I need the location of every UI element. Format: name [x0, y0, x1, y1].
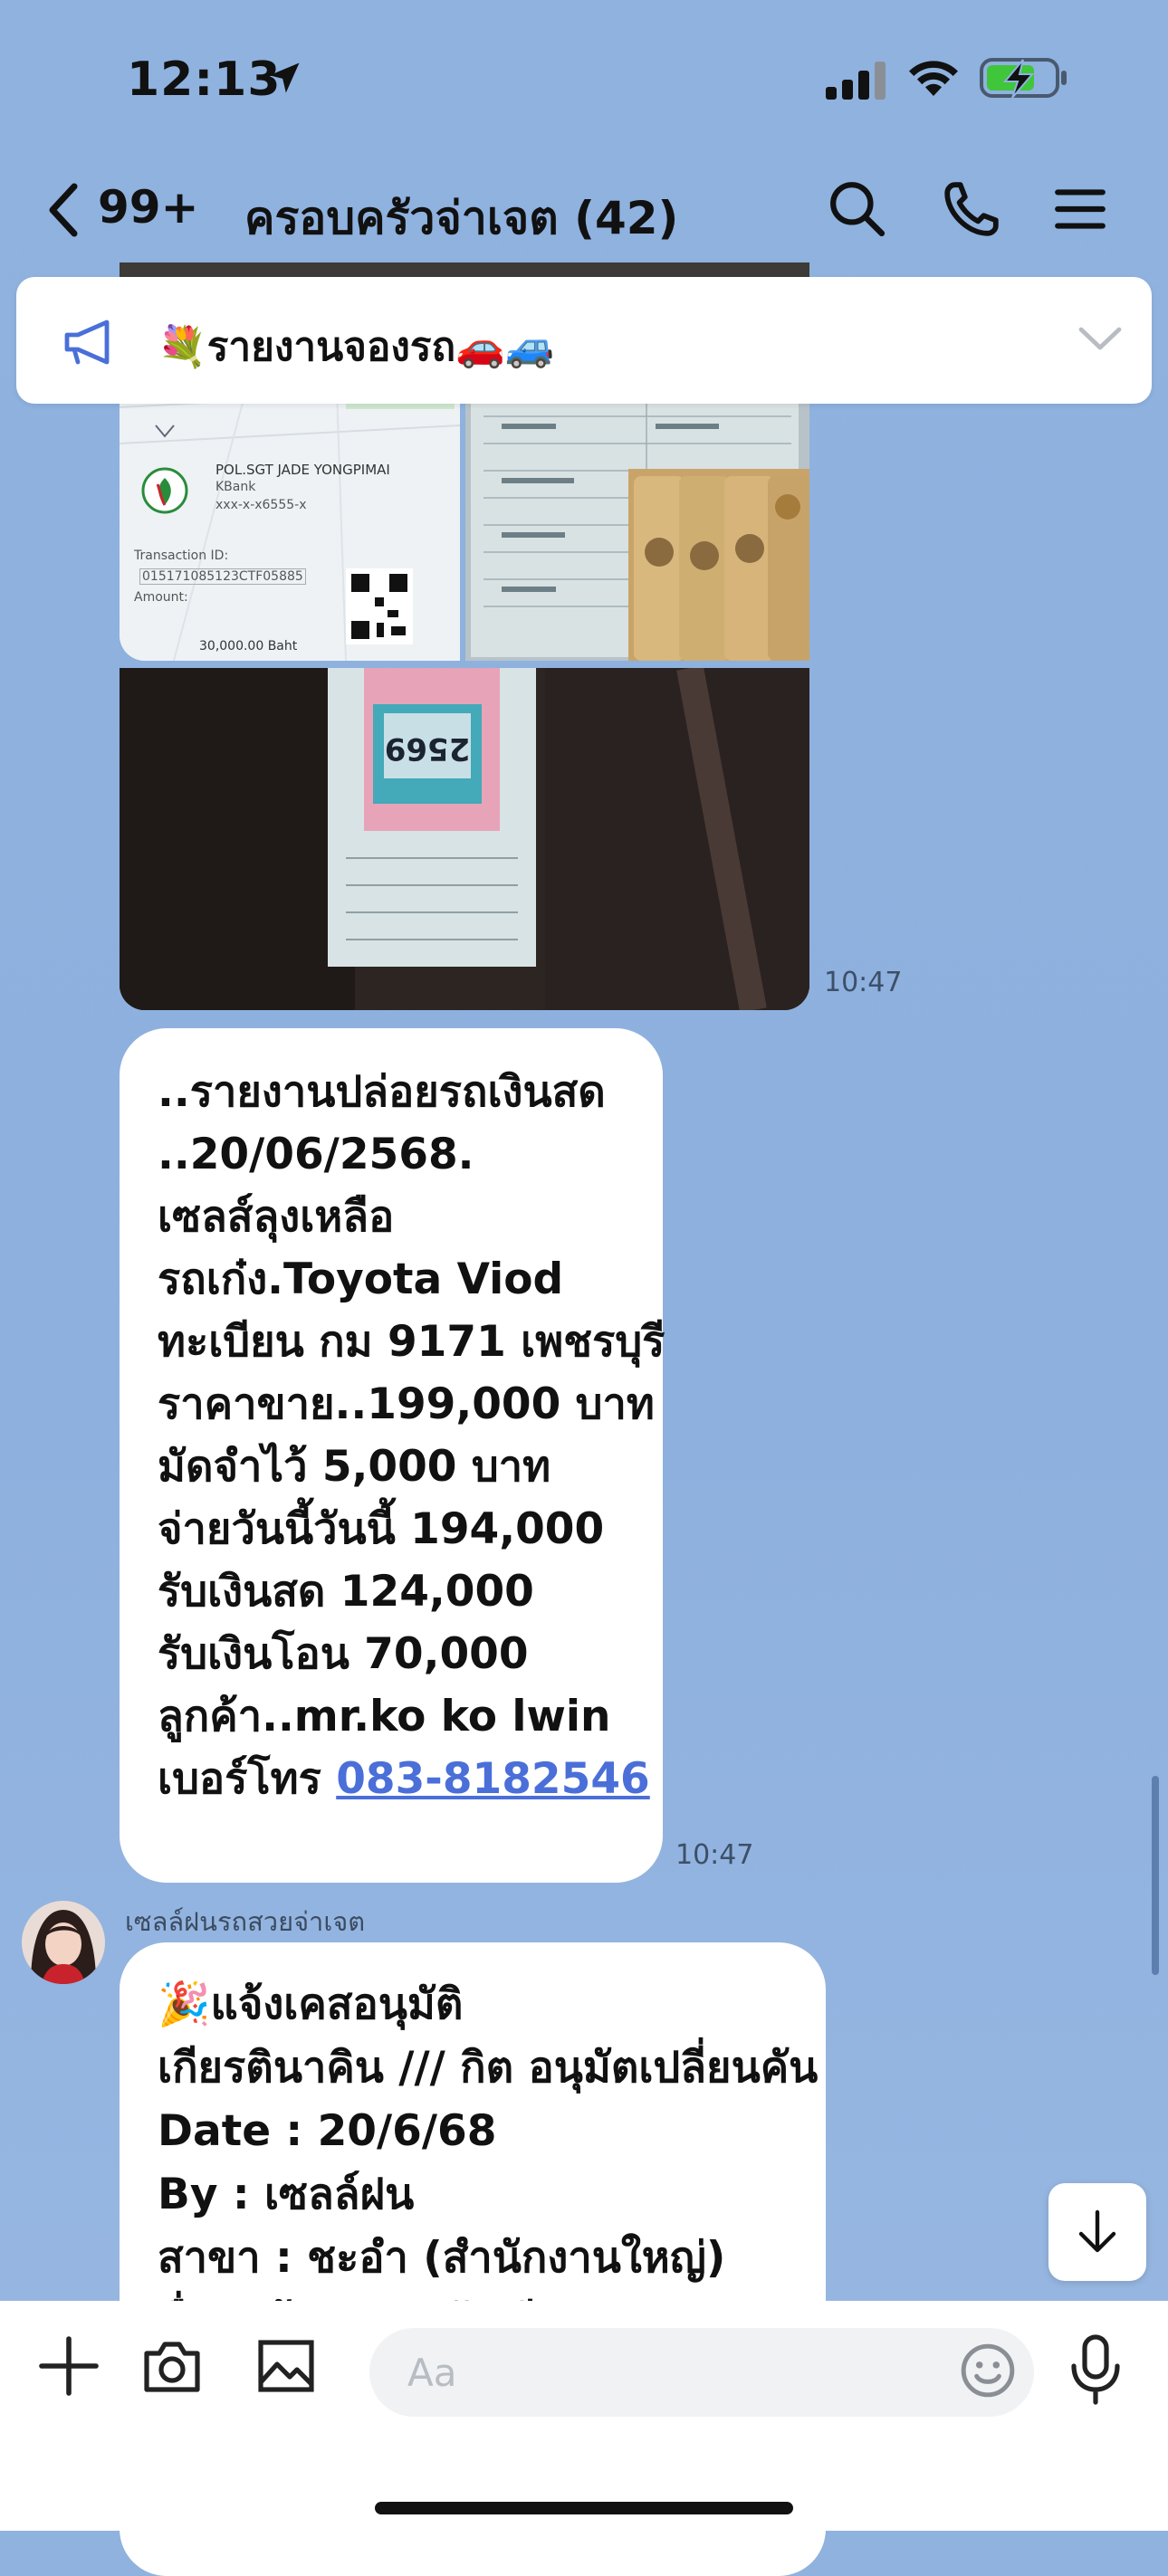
message-line: สาขา : ชะอำ (สำนักงานใหญ่) [158, 2233, 726, 2283]
slip-graphic [120, 389, 460, 661]
emoji-icon[interactable] [958, 2341, 1018, 2400]
message-timestamp: 10:47 [675, 1839, 754, 1871]
phone-icon[interactable] [942, 179, 1001, 239]
avatar[interactable] [22, 1901, 105, 1984]
home-indicator [375, 2502, 793, 2514]
scroll-to-bottom-button[interactable] [1048, 2183, 1146, 2281]
message-line: รับเงินสด 124,000 [158, 1567, 534, 1617]
message-line: รถเก๋ง.Toyota Viod [158, 1255, 564, 1304]
message-line-phone: เบอร์โทร 083-8182546 [158, 1748, 665, 1810]
slip-amount: 30,000.00 Baht [199, 639, 298, 654]
image-icon[interactable] [254, 2333, 319, 2399]
pinned-text: 💐รายงานจองรถ🚗🚙 [158, 324, 555, 370]
message-line: ..20/06/2568. [158, 1130, 474, 1179]
location-arrow-icon [269, 62, 300, 93]
message-line: มัดจำไว้ 5,000 บาท [158, 1442, 551, 1492]
room-title[interactable]: ครอบครัวจ่าเจต (42) [244, 183, 678, 254]
arrow-down-icon [1078, 2209, 1116, 2253]
slip-account: xxx-x-x6555-x [215, 498, 307, 512]
composer-bar [0, 2301, 1168, 2531]
message-text: 🎉แจ้งเคสอนุมัติ เกียรตินาคิน /// กิต อนุ… [158, 1973, 818, 2353]
slip-txn-id: 015171085123CTF05885 [139, 568, 306, 585]
message-line: รับเงินโอน 70,000 [158, 1629, 529, 1679]
status-bar: 12:13 [0, 0, 1168, 154]
search-icon[interactable] [828, 179, 887, 239]
sticker-graphic: 2569 [120, 668, 809, 1010]
back-chevron-icon[interactable] [43, 181, 87, 239]
phone-prefix: เบอร์โทร [158, 1754, 337, 1804]
chevron-down-icon[interactable] [1077, 322, 1123, 355]
documents-cash-photo[interactable] [465, 389, 809, 661]
message-line: เซลส์ลุงเหลือ [158, 1192, 395, 1242]
message-line: ทะเบียน กม 9171 เพชรบุรี [158, 1317, 665, 1367]
slip-amount-label: Amount: [134, 590, 188, 605]
signal-icon [826, 62, 886, 100]
message-line: จ่ายวันนี้วันนี้ 194,000 [158, 1504, 605, 1554]
message-text: ..รายงานปล่อยรถเงินสด ..20/06/2568. เซลส… [158, 1061, 665, 1810]
sender-name[interactable]: เซลล์ฝนรถสวยจ่าเจต [125, 1901, 365, 1942]
mic-icon[interactable] [1067, 2333, 1125, 2406]
tax-sticker-photo[interactable]: 2569 [120, 668, 809, 1010]
message-line: ลูกค้า..mr.ko ko lwin [158, 1692, 611, 1741]
message-line: 🎉แจ้งเคสอนุมัติ [158, 1980, 464, 2029]
unread-count[interactable]: 99+ [98, 181, 198, 234]
avatar-image [22, 1901, 105, 1984]
status-time: 12:13 [127, 52, 282, 107]
phone-link[interactable]: 083-8182546 [336, 1754, 650, 1804]
image-timestamp: 10:47 [824, 967, 903, 998]
camera-icon[interactable] [139, 2333, 205, 2399]
battery-charging-icon [980, 58, 1067, 99]
slip-name: POL.SGT JADE YONGPIMAI [215, 462, 390, 478]
chat-header: 99+ ครอบครัวจ่าเจต (42) [0, 163, 1168, 253]
message-line: By : เซลล์ฝน [158, 2170, 415, 2219]
sticker-text: 2569 [385, 730, 471, 767]
wifi-icon [909, 61, 958, 96]
bank-slip-photo[interactable]: POL.SGT JADE YONGPIMAI KBank xxx-x-x6555… [120, 389, 460, 661]
message-line: Date : 20/6/68 [158, 2106, 497, 2156]
documents-graphic [465, 389, 809, 661]
slip-bank: KBank [215, 480, 256, 494]
message-line: ..รายงานปล่อยรถเงินสด [158, 1067, 606, 1117]
plus-icon[interactable] [36, 2333, 101, 2399]
message-input[interactable] [369, 2328, 1034, 2417]
pinned-announcement[interactable]: 💐รายงานจองรถ🚗🚙 [16, 277, 1152, 404]
scrollbar-thumb[interactable] [1152, 1776, 1159, 1975]
message-line: ราคาขาย..199,000 บาท [158, 1379, 655, 1429]
megaphone-icon [64, 320, 110, 365]
slip-txn-label: Transaction ID: [134, 549, 229, 563]
menu-icon[interactable] [1050, 179, 1110, 239]
message-line: เกียรตินาคิน /// กิต อนุมัตเปลี่ยนคัน [158, 2043, 819, 2093]
message-bubble[interactable]: ..รายงานปล่อยรถเงินสด ..20/06/2568. เซลส… [120, 1028, 665, 1883]
